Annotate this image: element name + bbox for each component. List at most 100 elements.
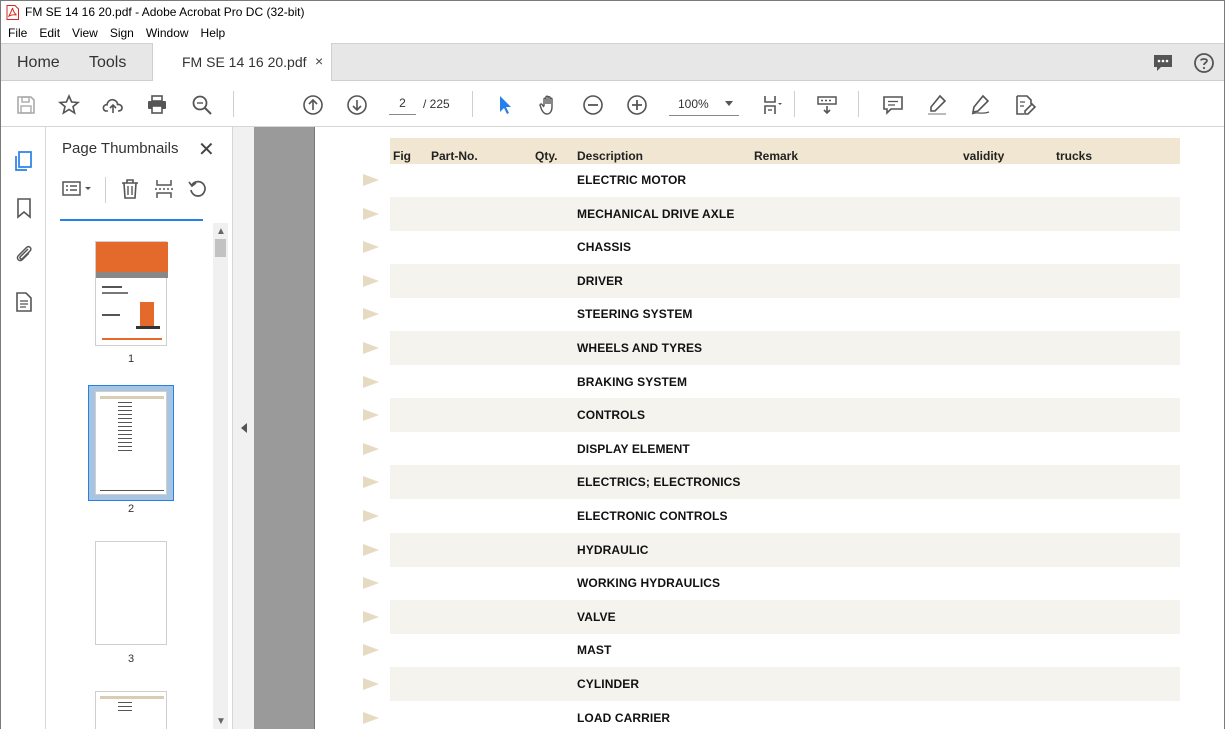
tab-document[interactable]: FM SE 14 16 20.pdf × xyxy=(152,43,332,82)
row-marker-icon[interactable] xyxy=(363,409,379,422)
hand-tool-button[interactable] xyxy=(536,92,562,118)
row-marker-icon[interactable] xyxy=(363,442,379,455)
thumbnail-tools xyxy=(60,177,220,207)
menu-help[interactable]: Help xyxy=(201,26,226,40)
thumbnail-page-2[interactable] xyxy=(95,391,167,495)
tab-close-button[interactable]: × xyxy=(315,53,323,69)
row-description: HYDRAULIC xyxy=(577,542,649,557)
table-row[interactable]: STEERING SYSTEM xyxy=(390,297,1180,331)
table-row[interactable]: ELECTRONIC CONTROLS xyxy=(390,499,1180,533)
draw-button[interactable] xyxy=(968,92,994,118)
table-row[interactable]: ELECTRICS; ELECTRONICS xyxy=(390,465,1180,500)
table-row[interactable]: CHASSIS xyxy=(390,230,1180,264)
cloud-upload-icon xyxy=(102,98,123,113)
tab-home[interactable]: Home xyxy=(17,54,60,72)
save-button[interactable] xyxy=(13,92,39,118)
row-description: BRAKING SYSTEM xyxy=(577,374,688,389)
menu-file[interactable]: File xyxy=(8,26,27,40)
scroll-up-icon[interactable]: ▲ xyxy=(216,226,226,237)
table-row[interactable]: CYLINDER xyxy=(390,667,1180,701)
table-row[interactable]: ELECTRIC MOTOR xyxy=(390,163,1180,197)
row-description: MAST xyxy=(577,643,612,658)
scroll-down-icon[interactable]: ▼ xyxy=(216,716,226,727)
row-marker-icon[interactable] xyxy=(363,241,379,254)
arrow-up-circle-icon xyxy=(303,95,323,115)
row-marker-icon[interactable] xyxy=(363,207,379,220)
table-row[interactable]: VALVE xyxy=(390,599,1180,634)
save-icon xyxy=(17,96,35,114)
find-button[interactable] xyxy=(189,92,215,118)
title-bar: FM SE 14 16 20.pdf - Adobe Acrobat Pro D… xyxy=(1,1,1224,23)
table-row[interactable]: DISPLAY ELEMENT xyxy=(390,432,1180,466)
minus-circle-icon xyxy=(583,95,603,115)
cover-text-line xyxy=(102,292,128,294)
row-marker-icon[interactable] xyxy=(363,476,379,489)
document-properties-icon[interactable] xyxy=(12,290,36,314)
table-row[interactable]: WHEELS AND TYRES xyxy=(390,331,1180,365)
select-tool-button[interactable] xyxy=(492,92,518,118)
table-row[interactable]: LOAD CARRIER xyxy=(390,701,1180,729)
document-viewport[interactable]: Fig Part-No. Qty. Description Remark val… xyxy=(254,127,1224,729)
row-marker-icon[interactable] xyxy=(363,375,379,388)
pen-icon xyxy=(971,94,990,115)
extract-pages-icon[interactable] xyxy=(152,177,176,201)
close-panel-button[interactable]: ✕ xyxy=(198,137,215,162)
menu-window[interactable]: Window xyxy=(146,26,189,40)
row-marker-icon[interactable] xyxy=(363,644,379,657)
thumbnail-scrollbar[interactable]: ▲ ▼ xyxy=(213,223,228,729)
table-row[interactable]: CONTROLS xyxy=(390,398,1180,433)
bookmark-star-button[interactable] xyxy=(56,92,82,118)
next-page-button[interactable] xyxy=(344,92,370,118)
acrobat-window: FM SE 14 16 20.pdf - Adobe Acrobat Pro D… xyxy=(0,0,1225,729)
row-marker-icon[interactable] xyxy=(363,610,379,623)
table-row[interactable]: DRIVER xyxy=(390,263,1180,298)
fill-sign-button[interactable] xyxy=(1012,92,1038,118)
row-marker-icon[interactable] xyxy=(363,543,379,556)
thumbnail-page-3[interactable] xyxy=(95,541,167,645)
row-marker-icon[interactable] xyxy=(363,342,379,354)
zoom-out-button[interactable] xyxy=(580,92,606,118)
options-menu-icon[interactable] xyxy=(60,177,96,201)
bookmarks-icon[interactable] xyxy=(12,196,36,220)
scrollbar-thumb[interactable] xyxy=(215,239,226,257)
table-row[interactable]: BRAKING SYSTEM xyxy=(390,365,1180,399)
scroll-mode-button[interactable] xyxy=(814,92,840,118)
row-marker-icon[interactable] xyxy=(363,711,379,724)
row-marker-icon[interactable] xyxy=(363,678,379,690)
menu-sign[interactable]: Sign xyxy=(110,26,134,40)
trash-icon[interactable] xyxy=(118,177,142,201)
table-row[interactable]: HYDRAULIC xyxy=(390,532,1180,567)
highlight-button[interactable] xyxy=(924,92,950,118)
header-description: Description xyxy=(577,149,644,163)
rotate-icon[interactable] xyxy=(186,177,210,201)
menu-view[interactable]: View xyxy=(72,26,98,40)
help-icon[interactable] xyxy=(1193,52,1215,74)
table-row[interactable]: MECHANICAL DRIVE AXLE xyxy=(390,196,1180,231)
page-display-button[interactable] xyxy=(759,92,785,118)
panel-splitter[interactable] xyxy=(233,127,254,729)
print-button[interactable] xyxy=(144,92,170,118)
page-thumbnails-icon[interactable] xyxy=(12,149,36,173)
previous-page-button[interactable] xyxy=(300,92,326,118)
thumbnail-page-4[interactable] xyxy=(95,691,167,729)
row-marker-icon[interactable] xyxy=(363,510,379,522)
menu-edit[interactable]: Edit xyxy=(39,26,60,40)
row-marker-icon[interactable] xyxy=(363,274,379,287)
row-marker-icon[interactable] xyxy=(363,577,379,590)
thumbnail-page-1[interactable] xyxy=(95,241,168,346)
page-number-input[interactable] xyxy=(389,91,416,115)
tab-tools[interactable]: Tools xyxy=(89,54,126,72)
comment-bubble-icon[interactable] xyxy=(1152,52,1174,74)
collapse-arrow-icon[interactable] xyxy=(241,423,247,433)
attachments-icon[interactable] xyxy=(12,242,36,266)
zoom-select[interactable]: 100% xyxy=(669,91,739,116)
table-row[interactable]: MAST xyxy=(390,633,1180,667)
row-description: DISPLAY ELEMENT xyxy=(577,441,690,456)
upload-cloud-button[interactable] xyxy=(100,92,126,118)
add-comment-button[interactable] xyxy=(880,92,906,118)
pdf-page: Fig Part-No. Qty. Description Remark val… xyxy=(314,127,1224,729)
row-marker-icon[interactable] xyxy=(363,308,379,321)
row-marker-icon[interactable] xyxy=(363,174,379,186)
table-row[interactable]: WORKING HYDRAULICS xyxy=(390,566,1180,600)
zoom-in-button[interactable] xyxy=(624,92,650,118)
